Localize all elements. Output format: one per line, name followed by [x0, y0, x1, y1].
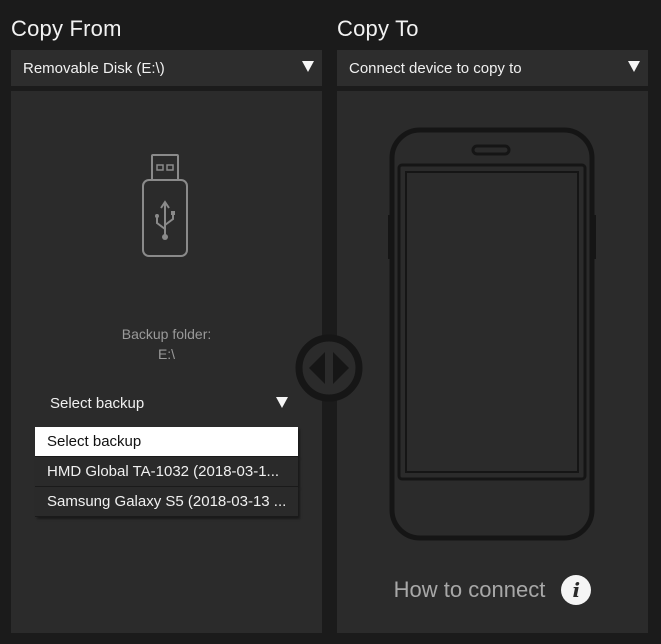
copy-to-title: Copy To [337, 16, 419, 41]
source-device-dropdown[interactable]: Removable Disk (E:\) [11, 50, 322, 86]
backup-option[interactable]: HMD Global TA-1032 (2018-03-1... [35, 457, 298, 487]
backup-folder-label: Backup folder: [121, 326, 212, 342]
usb-drive-icon [142, 154, 188, 257]
backup-folder-path: E:\ [157, 346, 176, 362]
copy-from-panel: Backup folder: E:\ [11, 91, 322, 633]
chevron-down-icon [628, 61, 640, 72]
target-device-value: Connect device to copy to [349, 59, 522, 77]
backup-option[interactable]: Select backup [35, 427, 298, 457]
source-device-value: Removable Disk (E:\) [23, 59, 165, 77]
copy-from-title: Copy From [11, 16, 122, 41]
how-to-connect-link[interactable]: How to connect i [337, 570, 648, 610]
copy-to-panel [337, 91, 648, 633]
phone-icon [388, 127, 596, 541]
backup-option[interactable]: Samsung Galaxy S5 (2018-03-13 ... [35, 487, 298, 517]
backup-options-list: Select backup HMD Global TA-1032 (2018-0… [35, 427, 298, 517]
chevron-down-icon [276, 397, 288, 408]
select-backup-label: Select backup [50, 394, 145, 412]
target-device-dropdown[interactable]: Connect device to copy to [337, 50, 648, 86]
info-icon[interactable]: i [561, 575, 592, 605]
how-to-connect-text: How to connect [393, 577, 546, 602]
select-backup-dropdown[interactable]: Select backup [38, 386, 298, 420]
swap-arrows-icon[interactable] [295, 334, 363, 402]
chevron-down-icon [302, 61, 314, 72]
